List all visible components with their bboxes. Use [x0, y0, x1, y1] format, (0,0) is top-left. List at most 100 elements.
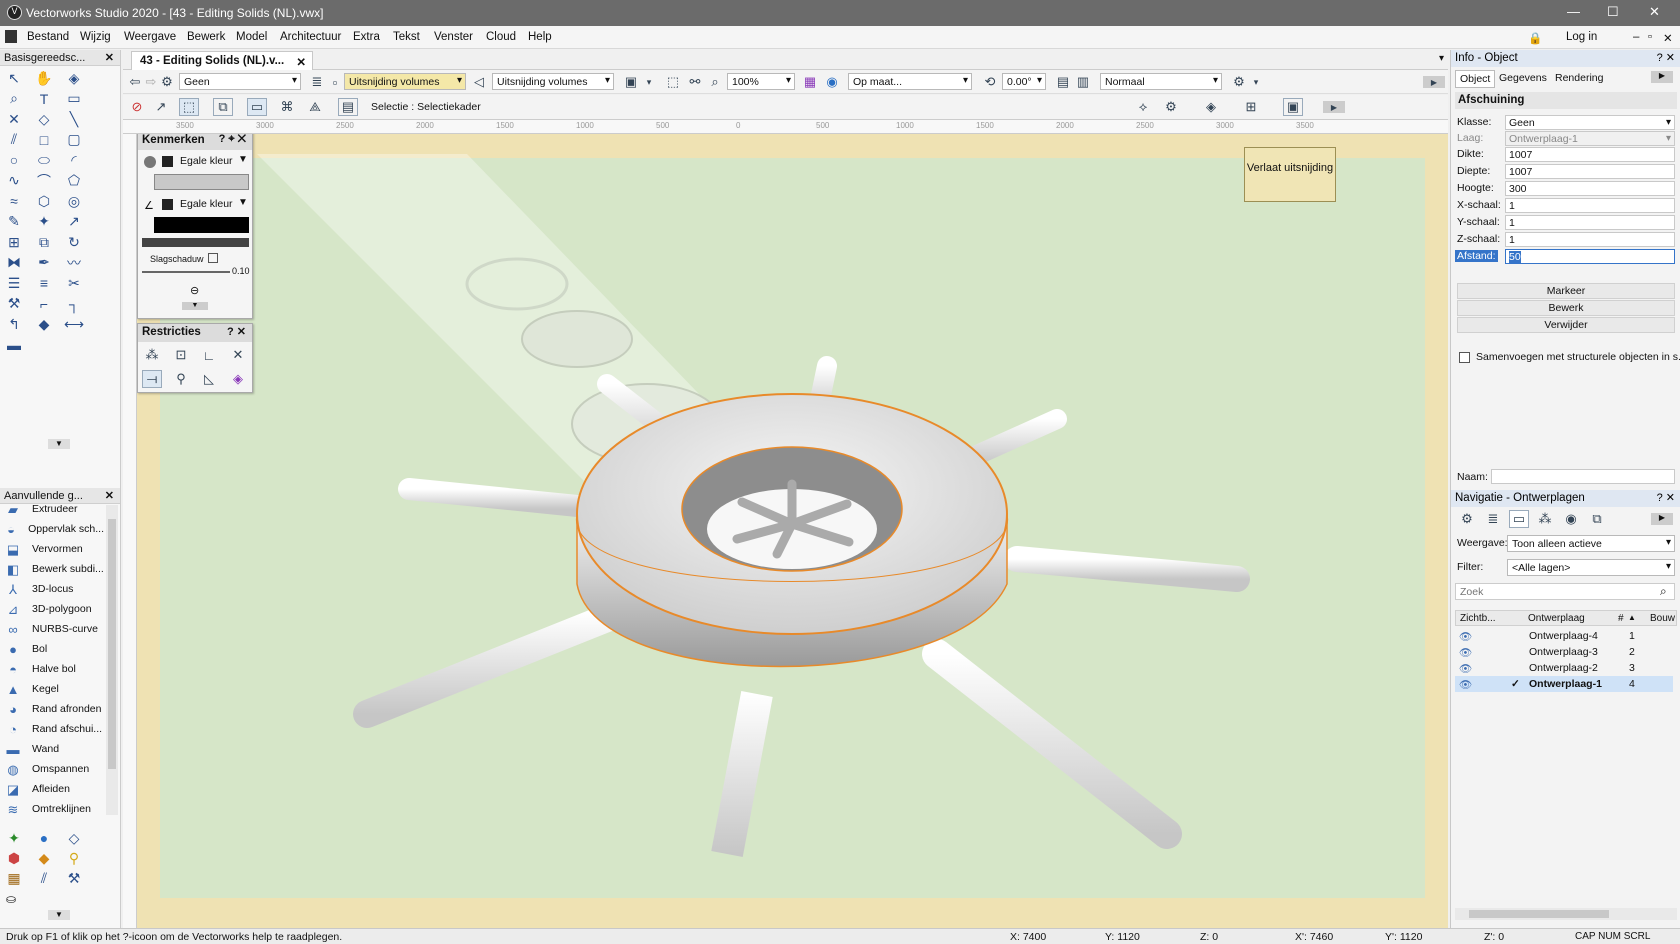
camera-icon[interactable]: ⚯	[685, 73, 705, 91]
menu-architectuur[interactable]: Architectuur	[280, 31, 341, 43]
layer-row[interactable]: 👁 Ontwerplaag-3 2	[1455, 644, 1673, 660]
layer-row-active[interactable]: 👁 ✓ Ontwerplaag-1 4	[1455, 676, 1673, 692]
menu-bewerk[interactable]: Bewerk	[187, 31, 225, 43]
edit-button[interactable]: Bewerk	[1457, 300, 1675, 316]
fill-color-swatch[interactable]	[162, 156, 173, 167]
tool-options-icon[interactable]: ◈	[1201, 98, 1221, 116]
close-icon[interactable]: ✕	[105, 51, 114, 64]
col-building[interactable]: Bouw	[1650, 613, 1675, 624]
view-icon[interactable]: ◁	[469, 73, 489, 91]
zoom-dropdown[interactable]: 100%	[727, 73, 795, 90]
trim-tool-icon[interactable]: ≡	[34, 275, 54, 291]
snap-grid-icon[interactable]: ⁂	[142, 346, 162, 364]
toolset-dims-icon[interactable]: ⫽	[34, 870, 54, 886]
sort-asc-icon[interactable]: ▲	[1628, 613, 1636, 622]
palette-controls-icon[interactable]: ? ⌖ ✕	[219, 134, 246, 146]
line-tool-icon[interactable]: ╲	[64, 111, 84, 127]
view-mode-dropdown[interactable]: Toon alleen actieve	[1507, 535, 1675, 552]
attribute-tool-icon[interactable]: ✦	[34, 213, 54, 230]
tool-loft[interactable]: ◍ Omspannen	[4, 759, 104, 779]
col-layer[interactable]: Ontwerplaag	[1528, 613, 1585, 624]
render-mode-icon[interactable]: ◉	[822, 73, 842, 91]
poly-select-icon[interactable]: ⟁	[305, 98, 325, 116]
rounded-rect-tool-icon[interactable]: ▢	[64, 131, 84, 148]
exit-edit-button[interactable]: Verlaat uitsnijding	[1244, 147, 1336, 202]
layer-options-icon[interactable]: ▫	[325, 73, 345, 91]
menu-model[interactable]: Model	[236, 31, 267, 43]
pan-tool-icon[interactable]: ✋	[34, 70, 54, 86]
doc-restore-icon[interactable]: ▫	[1648, 31, 1652, 43]
class-dropdown[interactable]: Geen	[1505, 115, 1675, 130]
circle-tool-icon[interactable]: ○	[4, 152, 24, 168]
grid-icon[interactable]: ▦	[800, 73, 820, 91]
minimize-icon[interactable]: —	[1567, 4, 1580, 19]
delete-button[interactable]: Verwijder	[1457, 317, 1675, 333]
multi-select-icon[interactable]: ⧉	[213, 98, 233, 116]
distance-field[interactable]: 50	[1505, 249, 1675, 264]
flyover-tool-icon[interactable]: ◈	[64, 70, 84, 86]
clip-tool-icon[interactable]: ↰	[4, 316, 24, 332]
arc-tool-icon[interactable]: ◜	[64, 152, 84, 168]
visible-eye-icon[interactable]: 👁	[1459, 646, 1472, 659]
tool-extrude[interactable]: ▰ Extrudeer	[4, 505, 104, 519]
toolset-tools-icon[interactable]: ⚒	[64, 870, 84, 886]
y-scale-field[interactable]: 1	[1505, 215, 1675, 230]
double-line-tool-icon[interactable]: ⫽	[4, 131, 24, 148]
nav-options-icon[interactable]: ▶	[1651, 513, 1673, 525]
snap-distance-icon[interactable]: ⟞	[142, 370, 162, 388]
menu-weergave[interactable]: Weergave	[124, 31, 176, 43]
tool-sphere[interactable]: ● Bol	[4, 639, 104, 659]
rectangle-tool-icon[interactable]: □	[34, 132, 54, 148]
link-icon[interactable]: ⊖	[190, 284, 199, 297]
tabs-options-icon[interactable]: ▶	[1651, 71, 1673, 83]
menu-bestand[interactable]: Bestand	[27, 31, 69, 43]
close-icon[interactable]: ✕	[105, 489, 114, 502]
spiral-tool-icon[interactable]: ◎	[64, 193, 84, 209]
chamfer-tool-icon[interactable]: ⌐	[34, 296, 54, 312]
dimension-tool-icon[interactable]: ✕	[4, 111, 24, 127]
menu-tekst[interactable]: Tekst	[393, 31, 420, 43]
col-visibility[interactable]: Zichtb...	[1460, 613, 1496, 624]
toolset-lighting-icon[interactable]: ⚲	[64, 850, 84, 866]
measure-tool-icon[interactable]: ⟷	[64, 316, 84, 332]
tool-shell[interactable]: ◒ Oppervlak sch...	[4, 519, 104, 539]
tool-fillet-edge[interactable]: ◕ Rand afronden	[4, 699, 104, 719]
visible-eye-icon[interactable]: 👁	[1459, 662, 1472, 675]
pen-style-label[interactable]: Egale kleur	[180, 198, 233, 210]
toolset-site-icon[interactable]: ◇	[64, 830, 84, 846]
text-tool-icon[interactable]: T	[34, 91, 54, 107]
snap-edge-icon[interactable]: ◺	[199, 370, 219, 388]
projection-icon[interactable]: ⬚	[663, 73, 683, 91]
toolset-3d-icon[interactable]: ●	[34, 830, 54, 846]
working-plane-icon[interactable]: ▣	[1283, 98, 1303, 116]
curve-tool-icon[interactable]: ≈	[4, 193, 24, 209]
fill-style-label[interactable]: Egale kleur	[180, 155, 233, 167]
visible-eye-icon[interactable]: 👁	[1459, 630, 1472, 643]
render-settings-icon[interactable]: ▤	[1053, 73, 1073, 91]
tool-chamfer-edge[interactable]: ◔ Rand afschui...	[4, 719, 104, 739]
regular-polygon-tool-icon[interactable]: ⬡	[34, 193, 54, 209]
layer-dropdown[interactable]: Uitsnijding volumes	[344, 73, 466, 90]
zoom-icon[interactable]: ⌕	[705, 73, 725, 91]
snap-tangent-icon[interactable]: ⚲	[171, 370, 191, 388]
z-scale-field[interactable]: 1	[1505, 232, 1675, 247]
nav-classes-icon[interactable]: ⚙	[1457, 510, 1477, 528]
extended-tools-scrollbar[interactable]	[106, 505, 118, 815]
tabs-menu-icon[interactable]: ▾	[1439, 53, 1444, 64]
reshape-tool-icon[interactable]: ↗	[64, 213, 84, 230]
nav-layers-icon[interactable]: ≣	[1483, 510, 1503, 528]
transform-icon[interactable]: ▤	[338, 98, 358, 116]
connect-tool-icon[interactable]: ⚒	[4, 295, 24, 312]
menu-extra[interactable]: Extra	[353, 31, 380, 43]
tool-hemisphere[interactable]: ◓ Halve bol	[4, 659, 104, 679]
palette-controls-icon[interactable]: ? ✕	[1657, 491, 1675, 504]
highlight-button[interactable]: Markeer	[1457, 283, 1675, 299]
clear-selection-icon[interactable]: ⊘	[127, 98, 147, 116]
tool-contours[interactable]: ≋ Omtreklijnen	[4, 799, 104, 819]
scale-dropdown[interactable]: Op maat...	[848, 73, 972, 90]
layer-hscrollbar[interactable]	[1455, 908, 1677, 920]
eraser-tool-icon[interactable]: ◆	[34, 316, 54, 332]
viewbar-collapse-icon[interactable]: ▶	[1423, 76, 1445, 88]
maximize-icon[interactable]: ☐	[1607, 4, 1619, 20]
standard-view-icon[interactable]: ▣	[621, 73, 641, 91]
